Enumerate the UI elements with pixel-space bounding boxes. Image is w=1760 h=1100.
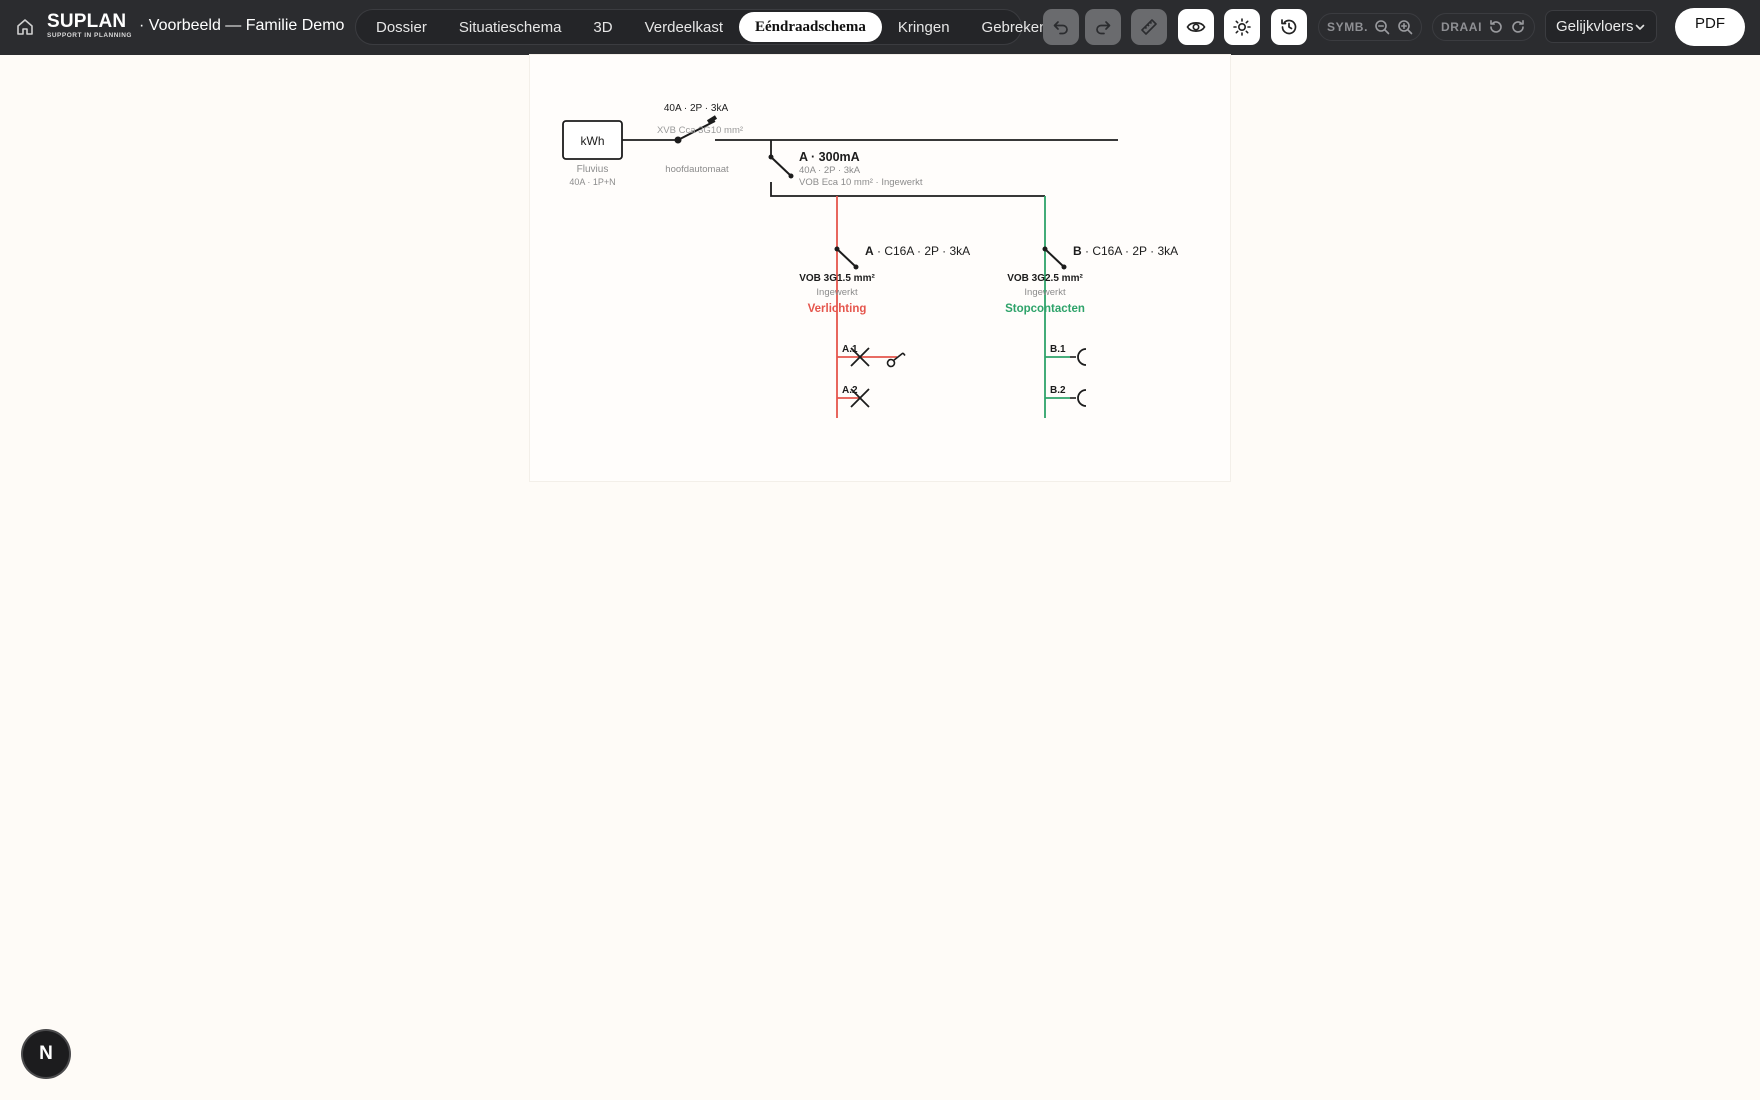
rotate-right-button[interactable] xyxy=(1510,18,1526,36)
history-button[interactable] xyxy=(1271,9,1307,45)
rotate-left-icon xyxy=(1490,20,1502,33)
circuit-b-install: Ingewerkt xyxy=(1024,287,1066,298)
ruler-icon xyxy=(1141,19,1157,35)
floor-select-value: Gelijkvloers xyxy=(1556,18,1634,35)
brand-tagline: SUPPORT IN PLANNING xyxy=(47,32,132,39)
home-icon xyxy=(17,19,33,35)
view-tabs: Dossier Situatieschema 3D Verdeelkast Eé… xyxy=(355,9,1047,45)
meter-label: kWh xyxy=(581,134,605,148)
rotate-left-button[interactable] xyxy=(1488,18,1504,36)
rotate-label: DRAAI xyxy=(1441,20,1482,34)
circuit-b: B · C16A · 2P · 3kA VOB 3G2.5 mm² Ingewe… xyxy=(1005,196,1178,418)
zoom-out-icon xyxy=(1375,20,1390,35)
circuit-a-breaker-label: A · C16A · 2P · 3kA xyxy=(865,244,970,258)
circuit-a-id: A xyxy=(865,244,874,258)
brand-logo: SUPLAN SUPPORT IN PLANNING xyxy=(47,12,132,40)
circuit-b-breaker-symbol[interactable] xyxy=(1042,246,1067,270)
tab-dossier[interactable]: Dossier xyxy=(360,12,443,42)
tab-verdeelkast[interactable]: Verdeelkast xyxy=(629,12,739,42)
symbol-zoom-in-button[interactable] xyxy=(1397,18,1413,36)
eye-icon xyxy=(1186,22,1206,32)
history-icon xyxy=(1281,19,1297,35)
symbol-size-control: SYMB. xyxy=(1318,13,1422,41)
pdf-export-button[interactable]: PDF xyxy=(1675,8,1745,46)
single-line-diagram: kWh Fluvius 40A · 1P+N 40A · 2P · 3kA XV… xyxy=(562,103,1178,418)
zoom-in-icon xyxy=(1397,20,1413,35)
undo-icon xyxy=(1053,21,1068,35)
rcd-rating: 40A · 2P · 3kA xyxy=(799,165,861,176)
rotate-control: DRAAI xyxy=(1432,13,1535,41)
socket-icon[interactable] xyxy=(1070,348,1087,366)
socket-icon[interactable] xyxy=(1070,389,1087,407)
circuit-a-install: Ingewerkt xyxy=(816,287,858,298)
main-cable: XVB Cca 3G10 mm² xyxy=(657,125,743,136)
rcd-title: A · 300mA xyxy=(799,150,860,164)
undo-button[interactable] xyxy=(1043,9,1079,45)
top-bar: SUPLAN SUPPORT IN PLANNING · Voorbeeld —… xyxy=(0,0,1760,55)
rcd-cable: VOB Eca 10 mm² · Ingewerkt xyxy=(799,177,923,188)
point-b1-label: B.1 xyxy=(1050,344,1066,355)
visibility-button[interactable] xyxy=(1178,9,1214,45)
circuit-b-cable: VOB 3G2.5 mm² xyxy=(1007,273,1083,284)
circuit-b-breaker: C16A · 2P · 3kA xyxy=(1092,244,1178,258)
tab-eendraadschema[interactable]: Eéndraadschema xyxy=(739,12,882,42)
chevron-down-icon xyxy=(1635,24,1645,30)
symbol-size-label: SYMB. xyxy=(1327,20,1369,34)
diagram-sheet: kWh Fluvius 40A · 1P+N 40A · 2P · 3kA XV… xyxy=(530,55,1230,481)
meter-supplier: Fluvius xyxy=(577,164,609,175)
point-b2-label: B.2 xyxy=(1050,385,1066,396)
tab-kringen[interactable]: Kringen xyxy=(882,12,966,42)
measure-button[interactable] xyxy=(1131,9,1167,45)
rotate-right-icon xyxy=(1512,20,1524,33)
tab-situatieschema[interactable]: Situatieschema xyxy=(443,12,578,42)
circuit-a-breaker-symbol[interactable] xyxy=(834,246,859,270)
symbol-zoom-out-button[interactable] xyxy=(1374,18,1390,36)
circuit-a-cable: VOB 3G1.5 mm² xyxy=(799,273,875,284)
circuit-a-name: Verlichting xyxy=(808,303,867,315)
tab-3d[interactable]: 3D xyxy=(577,12,628,42)
circuit-b-breaker-label: B · C16A · 2P · 3kA xyxy=(1073,244,1178,258)
brand-name: SUPLAN xyxy=(47,11,127,32)
document-title: · Voorbeeld — Familie Demo xyxy=(139,17,345,34)
sun-icon xyxy=(1233,18,1251,36)
floor-select[interactable]: Gelijkvloers xyxy=(1545,10,1657,43)
circuit-b-name: Stopcontacten xyxy=(1005,303,1085,315)
meter-rating: 40A · 1P+N xyxy=(569,177,615,187)
home-button[interactable] xyxy=(12,14,38,40)
main-breaker-rating: 40A · 2P · 3kA xyxy=(664,103,729,114)
redo-button[interactable] xyxy=(1085,9,1121,45)
next-devtools-button[interactable]: N xyxy=(23,1031,69,1077)
rcd-switch-symbol[interactable] xyxy=(768,154,794,179)
main-breaker-name: hoofdautomaat xyxy=(665,164,729,175)
circuit-a-breaker: C16A · 2P · 3kA xyxy=(884,244,970,258)
switch-icon[interactable] xyxy=(886,352,906,368)
circuit-b-id: B xyxy=(1073,244,1082,258)
circuit-a: A · C16A · 2P · 3kA VOB 3G1.5 mm² Ingewe… xyxy=(799,196,970,418)
redo-icon xyxy=(1096,21,1111,35)
theme-button[interactable] xyxy=(1224,9,1260,45)
